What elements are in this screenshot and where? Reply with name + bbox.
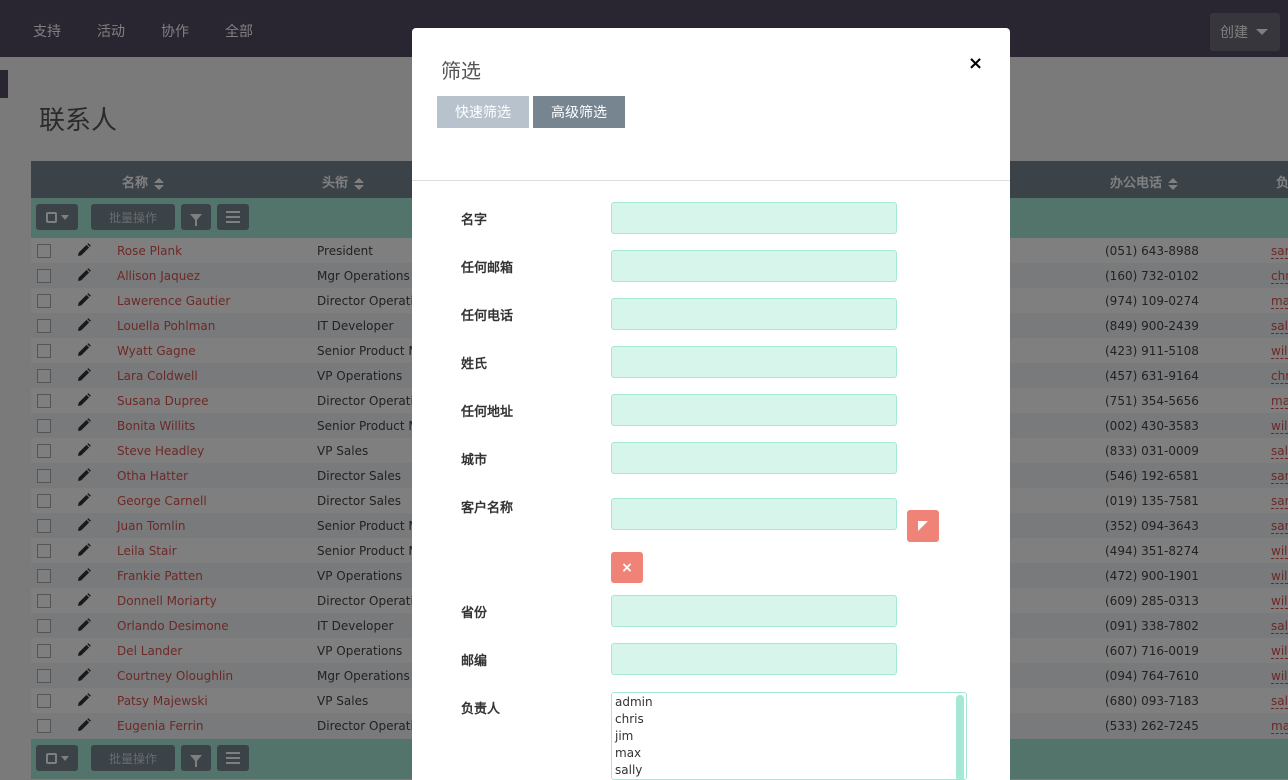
account-name-label: 客户名称 [461, 501, 514, 516]
state-field[interactable] [611, 595, 897, 627]
assigned-to-select[interactable]: admin chris jim max sally [611, 692, 967, 780]
account-name-field[interactable] [611, 498, 897, 530]
assigned-option[interactable]: chris [612, 711, 966, 728]
state-label: 省份 [461, 606, 488, 621]
postal-code-label: 邮编 [461, 654, 488, 669]
any-email-label: 任何邮箱 [461, 261, 514, 276]
city-label: 城市 [461, 453, 488, 468]
scrollbar[interactable] [956, 695, 964, 779]
last-name-label: 姓氏 [461, 357, 488, 372]
assigned-option[interactable]: jim [612, 728, 966, 745]
any-phone-field[interactable] [611, 298, 897, 330]
assigned-option[interactable]: sally [612, 762, 966, 779]
any-address-field[interactable] [611, 394, 897, 426]
divider [412, 180, 1010, 181]
any-phone-label: 任何电话 [461, 309, 514, 324]
option-list: admin chris jim max sally [612, 693, 966, 779]
tab-advanced-filter[interactable]: 高级筛选 [533, 96, 625, 128]
cursor-icon [918, 521, 928, 531]
assigned-to-label: 负责人 [461, 702, 501, 717]
city-field[interactable] [611, 442, 897, 474]
tab-quick-filter[interactable]: 快速筛选 [437, 96, 529, 128]
modal-title: 筛选 [441, 59, 481, 83]
last-name-field[interactable] [611, 346, 897, 378]
assigned-option[interactable]: max [612, 745, 966, 762]
select-account-button[interactable] [907, 510, 939, 542]
postal-code-field[interactable] [611, 643, 897, 675]
clear-account-button[interactable]: × [611, 552, 643, 583]
filter-modal: 筛选 × 快速筛选 高级筛选 名字 任何邮箱 任何电话 姓氏 任何地址 城市 客… [412, 28, 1010, 780]
assigned-option[interactable]: admin [612, 694, 966, 711]
first-name-label: 名字 [461, 213, 488, 228]
close-icon[interactable]: × [968, 53, 983, 74]
any-address-label: 任何地址 [461, 405, 514, 420]
any-email-field[interactable] [611, 250, 897, 282]
first-name-field[interactable] [611, 202, 897, 234]
